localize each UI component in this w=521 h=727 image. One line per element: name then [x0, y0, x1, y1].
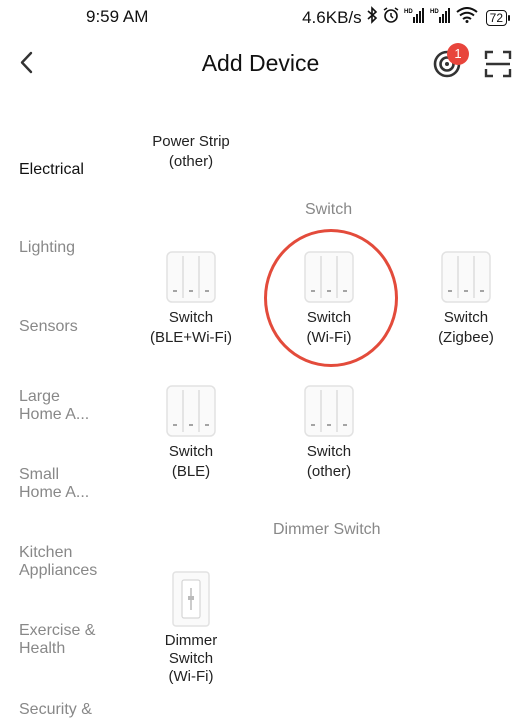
bluetooth-icon — [366, 6, 378, 29]
notification-badge: 1 — [447, 43, 469, 65]
device-label: Switch (Zigbee) — [438, 309, 494, 346]
device-switch-wifi[interactable]: Switch (Wi-Fi) — [269, 250, 389, 348]
wifi-icon — [456, 7, 478, 28]
signal-icon-2: HD — [430, 7, 452, 28]
device-label: Switch (BLE+Wi-Fi) — [149, 309, 233, 346]
switch-device-icon — [304, 251, 354, 303]
switch-device-icon — [304, 385, 354, 437]
device-switch-ble[interactable]: Switch (BLE) — [131, 384, 251, 482]
device-label: Dimmer Switch (Wi-Fi) — [164, 632, 218, 685]
device-dimmer-switch-wifi[interactable]: Dimmer Switch (Wi-Fi) — [131, 570, 251, 686]
category-security[interactable]: Security & — [19, 701, 124, 719]
switch-device-icon — [166, 385, 216, 437]
category-exercise-health[interactable]: Exercise & Health — [19, 622, 124, 658]
device-power-strip-other[interactable]: Power Strip (other) — [131, 128, 251, 172]
dimmer-switch-icon — [172, 571, 210, 627]
device-label: Switch (other) — [306, 443, 352, 480]
category-kitchen-appliances[interactable]: Kitchen Appliances — [19, 544, 124, 580]
scan-qr-button[interactable] — [484, 50, 512, 78]
scan-icon — [484, 50, 512, 78]
category-sensors[interactable]: Sensors — [19, 318, 124, 336]
alarm-icon — [382, 6, 400, 29]
network-speed: 4.6KB/s — [302, 7, 362, 27]
device-label: Switch (Wi-Fi) — [306, 309, 352, 346]
section-title-switch: Switch — [305, 201, 353, 218]
header: Add Device 1 — [0, 34, 521, 94]
battery-icon: 72 — [485, 9, 511, 26]
category-large-home-appliances[interactable]: Large Home A... — [19, 388, 124, 424]
device-switch-zigbee[interactable]: Switch (Zigbee) — [406, 250, 521, 348]
category-lighting[interactable]: Lighting — [19, 239, 124, 257]
svg-text:HD: HD — [404, 9, 413, 15]
status-time: 9:59 AM — [86, 7, 149, 26]
switch-device-icon — [441, 251, 491, 303]
category-small-home-appliances[interactable]: Small Home A... — [19, 466, 124, 502]
device-switch-ble-wifi[interactable]: Switch (BLE+Wi-Fi) — [131, 250, 251, 348]
status-icons: 4.6KB/s HD HD 72 — [302, 6, 511, 29]
switch-device-icon — [166, 251, 216, 303]
svg-text:HD: HD — [430, 9, 439, 15]
category-electrical[interactable]: Electrical — [19, 161, 124, 179]
device-label: Power Strip (other) — [152, 133, 230, 170]
section-title-dimmer-switch: Dimmer Switch — [273, 521, 381, 538]
device-label: Switch (BLE) — [168, 443, 214, 480]
device-switch-other[interactable]: Switch (other) — [269, 384, 389, 482]
status-bar: 9:59 AM 4.6KB/s HD HD 72 — [0, 0, 521, 34]
signal-icon-1: HD — [404, 7, 426, 28]
